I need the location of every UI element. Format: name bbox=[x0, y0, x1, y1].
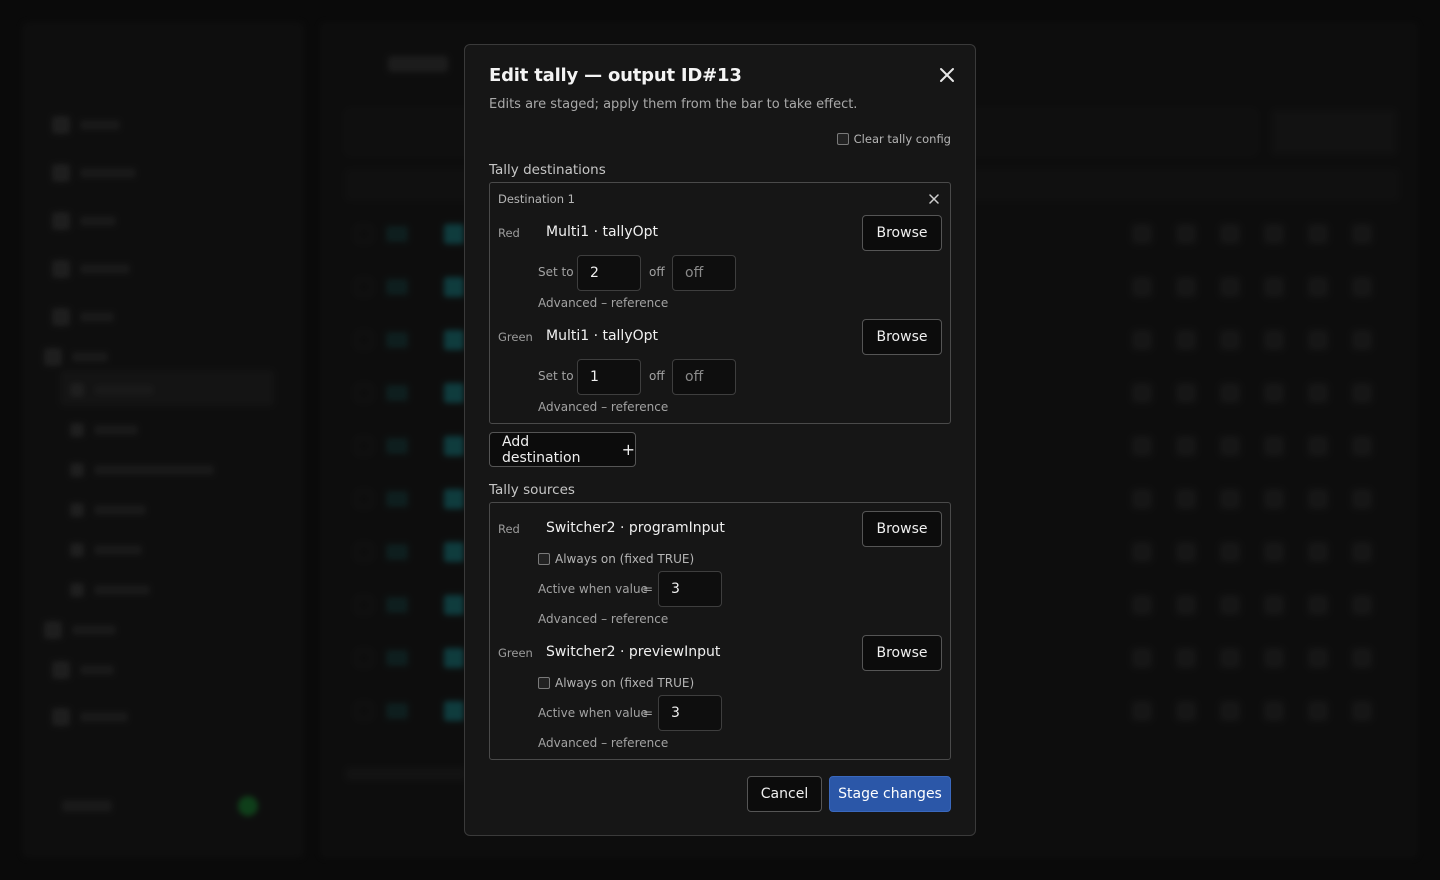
destination-path-green: Multi1 · tallyOpt bbox=[546, 328, 659, 344]
always-on-checkbox-green[interactable]: Always on (fixed TRUE) bbox=[538, 676, 694, 690]
advanced-reference-link[interactable]: Advanced – reference bbox=[538, 612, 668, 626]
off-label: off bbox=[649, 265, 665, 279]
cancel-button[interactable]: Cancel bbox=[747, 776, 822, 812]
clear-tally-config-checkbox[interactable]: Clear tally config bbox=[836, 132, 951, 146]
close-button[interactable] bbox=[935, 63, 959, 87]
always-on-checkbox-red[interactable]: Always on (fixed TRUE) bbox=[538, 552, 694, 566]
active-when-label: Active when value bbox=[538, 582, 648, 596]
set-to-label: Set to bbox=[538, 369, 574, 383]
set-to-input-green[interactable]: 1 bbox=[577, 359, 641, 395]
destination-path-red: Multi1 · tallyOpt bbox=[546, 224, 659, 240]
source-path-green: Switcher2 · previewInput bbox=[546, 644, 721, 660]
browse-button-destination-red[interactable]: Browse bbox=[862, 215, 942, 251]
dialog-title: Edit tally — output ID#13 bbox=[489, 65, 742, 86]
source-color-red: Red bbox=[498, 522, 520, 536]
off-input-green[interactable]: off bbox=[672, 359, 736, 395]
active-value-input-red[interactable]: 3 bbox=[658, 571, 722, 607]
always-on-label: Always on (fixed TRUE) bbox=[555, 552, 695, 566]
checkbox-box[interactable] bbox=[836, 133, 849, 145]
destination-card: Destination 1 Red Multi1 · tallyOpt Brow… bbox=[489, 182, 951, 424]
add-destination-button[interactable]: Add destination + bbox=[489, 432, 636, 467]
tally-sources-label: Tally sources bbox=[489, 482, 575, 498]
browse-button-source-red[interactable]: Browse bbox=[862, 511, 942, 547]
off-input-red[interactable]: off bbox=[672, 255, 736, 291]
browse-button-source-green[interactable]: Browse bbox=[862, 635, 942, 671]
checkbox-box[interactable] bbox=[538, 553, 550, 565]
dialog-subtitle: Edits are staged; apply them from the ba… bbox=[489, 97, 858, 112]
add-destination-label: Add destination bbox=[502, 433, 581, 466]
close-icon bbox=[929, 194, 939, 204]
off-label: off bbox=[649, 369, 665, 383]
checkbox-box[interactable] bbox=[538, 677, 550, 689]
always-on-label: Always on (fixed TRUE) bbox=[555, 676, 695, 690]
tally-destinations-label: Tally destinations bbox=[489, 162, 606, 178]
advanced-reference-link[interactable]: Advanced – reference bbox=[538, 296, 668, 310]
close-icon bbox=[940, 68, 954, 82]
destination-header: Destination 1 bbox=[498, 192, 575, 206]
active-value-input-green[interactable]: 3 bbox=[658, 695, 722, 731]
clear-tally-config-label: Clear tally config bbox=[853, 132, 951, 146]
equals-sign: = bbox=[643, 706, 654, 720]
advanced-reference-link[interactable]: Advanced – reference bbox=[538, 736, 668, 750]
set-to-input-red[interactable]: 2 bbox=[577, 255, 641, 291]
source-path-red: Switcher2 · programInput bbox=[546, 520, 725, 536]
sources-card: Red Switcher2 · programInput Browse Alwa… bbox=[489, 502, 951, 760]
source-color-green: Green bbox=[498, 646, 533, 660]
destination-color-red: Red bbox=[498, 226, 520, 240]
destination-color-green: Green bbox=[498, 330, 533, 344]
advanced-reference-link[interactable]: Advanced – reference bbox=[538, 400, 668, 414]
edit-tally-dialog: Edit tally — output ID#13 Edits are stag… bbox=[464, 44, 976, 836]
remove-destination-button[interactable] bbox=[926, 191, 942, 207]
active-when-label: Active when value bbox=[538, 706, 648, 720]
stage-changes-button[interactable]: Stage changes bbox=[829, 776, 951, 812]
set-to-label: Set to bbox=[538, 265, 574, 279]
plus-icon: + bbox=[621, 440, 635, 459]
equals-sign: = bbox=[643, 582, 654, 596]
browse-button-destination-green[interactable]: Browse bbox=[862, 319, 942, 355]
